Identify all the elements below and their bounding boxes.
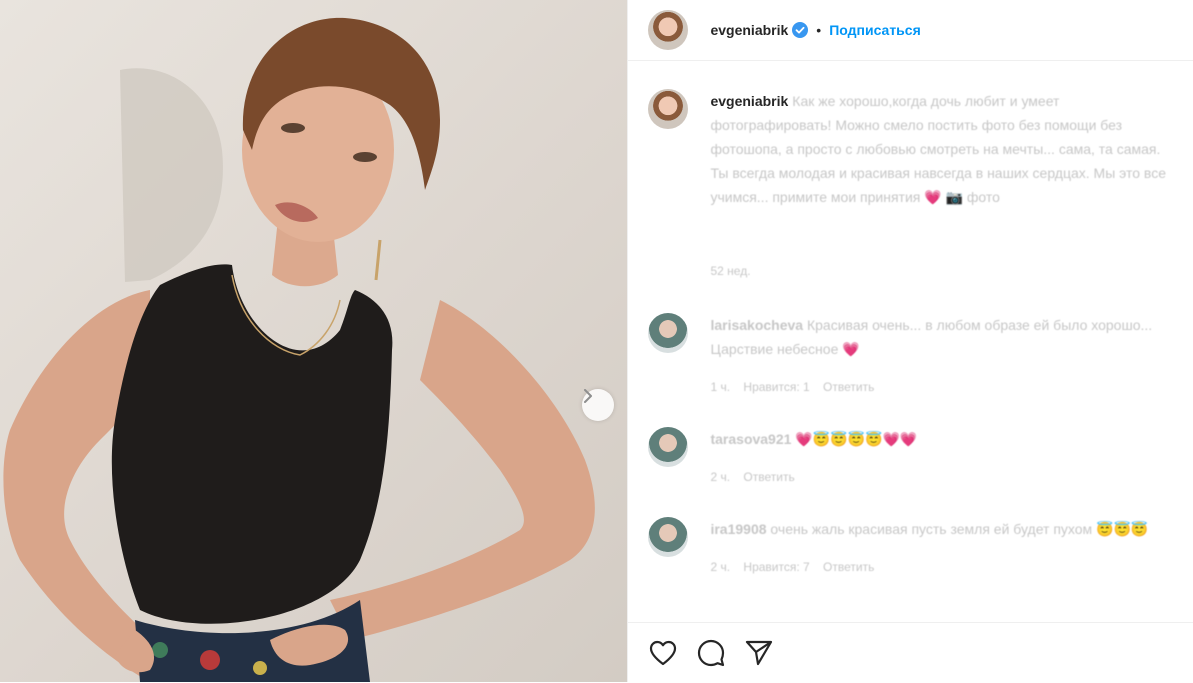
photo-illustration	[3, 17, 595, 682]
comment-text: очень жаль красивая пусть земля ей будет…	[770, 521, 1149, 537]
post-view: evgeniabrik • Подписаться evgeniabrik Как…	[0, 0, 1193, 682]
comment-username[interactable]: larisakocheva	[710, 317, 803, 333]
caption-avatar[interactable]	[648, 89, 689, 129]
next-photo-button[interactable]	[582, 389, 614, 421]
header-separator: •	[816, 22, 822, 38]
header-username[interactable]: evgeniabrik	[710, 22, 788, 38]
verified-badge-icon	[792, 22, 809, 38]
share-icon[interactable]	[744, 638, 774, 668]
comment-meta: 1 ч. Нравится: 1 Ответить	[710, 375, 1190, 399]
comment-likes[interactable]: Нравится: 1	[743, 380, 809, 394]
comment-avatar[interactable]	[648, 313, 689, 353]
reply-button[interactable]: Ответить	[823, 560, 874, 574]
comment-time[interactable]: 2 ч.	[710, 560, 730, 574]
comment-username[interactable]: tarasova921	[710, 431, 791, 447]
comment-body: tarasova921 💗😇😇😇😇💗💗 2 ч. Ответить	[710, 427, 1190, 489]
comment-icon[interactable]	[696, 638, 726, 668]
caption-time[interactable]: 52 нед.	[710, 264, 750, 278]
post-header: evgeniabrik • Подписаться	[628, 0, 1193, 61]
comment-avatar[interactable]	[648, 517, 689, 557]
post-side-panel: evgeniabrik • Подписаться evgeniabrik Как…	[627, 0, 1193, 682]
comment-body: larisakocheva Красивая очень... в любом …	[710, 313, 1190, 399]
comment-time[interactable]: 2 ч.	[710, 470, 730, 484]
comment-username[interactable]: ira19908	[710, 521, 766, 537]
post-photo[interactable]	[0, 0, 628, 682]
follow-button[interactable]: Подписаться	[829, 22, 921, 38]
avatar[interactable]	[648, 10, 689, 50]
heart-icon[interactable]	[648, 638, 678, 668]
comment-likes[interactable]: Нравится: 7	[743, 560, 809, 574]
comment-time[interactable]: 1 ч.	[710, 380, 730, 394]
action-bar	[628, 622, 1193, 683]
comment-avatar[interactable]	[648, 427, 689, 467]
comment-item: tarasova921 💗😇😇😇😇💗💗 2 ч. Ответить	[648, 427, 1190, 489]
caption-text-block: evgeniabrik Как же хорошо,когда дочь люби…	[710, 89, 1180, 209]
comment-body: ira19908 очень жаль красивая пусть земля…	[710, 517, 1190, 579]
reply-button[interactable]: Ответить	[823, 380, 874, 394]
comments-list[interactable]: evgeniabrik Как же хорошо,когда дочь люби…	[628, 61, 1193, 621]
caption-text: Как же хорошо,когда дочь любит и умеет ф…	[710, 93, 1166, 205]
comment-meta: 2 ч. Нравится: 7 Ответить	[710, 555, 1190, 579]
comment-item: larisakocheva Красивая очень... в любом …	[648, 313, 1190, 399]
comment-text: 💗😇😇😇😇💗💗	[795, 431, 918, 447]
comment-item: ira19908 очень жаль красивая пусть земля…	[648, 517, 1190, 579]
comment-meta: 2 ч. Ответить	[710, 465, 1190, 489]
caption-username[interactable]: evgeniabrik	[710, 93, 788, 109]
caption: evgeniabrik Как же хорошо,когда дочь люби…	[648, 89, 1180, 209]
reply-button[interactable]: Ответить	[743, 470, 794, 484]
